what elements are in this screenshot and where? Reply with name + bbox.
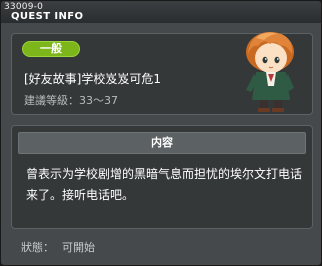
recommended-level-value: 33～37	[79, 94, 118, 107]
content-header: 内容	[18, 132, 306, 154]
quest-name: [好友故事]学校岌岌可危1	[24, 72, 161, 86]
quest-content-panel: 内容 曾表示为学校剧增的黑暗气息而担忧的埃尔文打电话来了。接听电话吧。	[11, 125, 313, 229]
window-title: QUEST INFO	[11, 11, 84, 22]
recommended-level-label: 建議等級：	[24, 94, 79, 107]
category-badge: 一般	[22, 41, 80, 57]
status-value: 可開始	[62, 241, 95, 254]
quest-status: 狀態： 可開始	[21, 239, 103, 255]
status-label: 狀態：	[21, 241, 54, 254]
npc-portrait	[246, 32, 294, 112]
title-bar[interactable]: 33009-0 QUEST INFO	[1, 1, 321, 23]
content-description: 曾表示为学校剧增的黑暗气息而担忧的埃尔文打电话来了。接听电话吧。	[26, 167, 303, 202]
quest-info-window: 33009-0 QUEST INFO 一般 [好友故事]学校岌岌可危1 建議等級…	[0, 0, 322, 266]
quest-summary-panel: 一般 [好友故事]学校岌岌可危1 建議等級：33～37	[11, 32, 313, 115]
recommended-level: 建議等級：33～37	[24, 92, 118, 108]
